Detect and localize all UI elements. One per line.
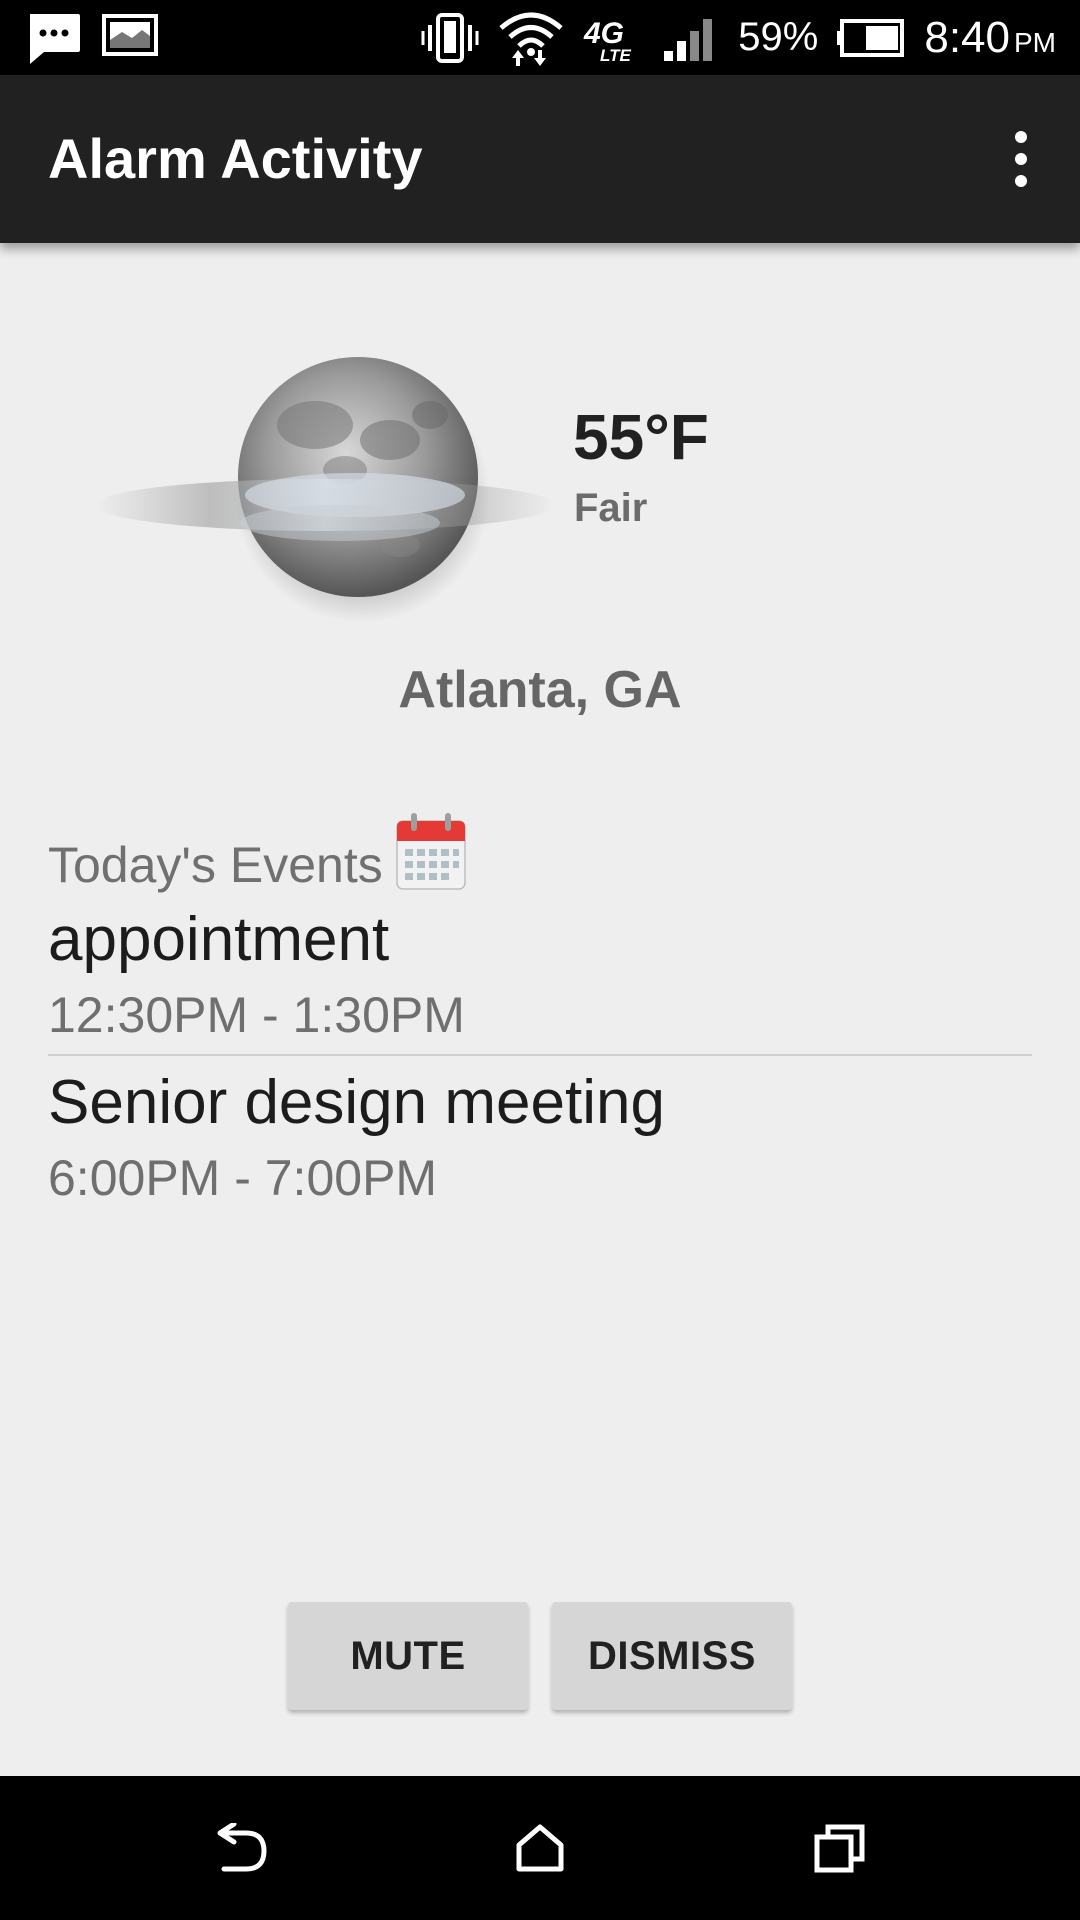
back-icon[interactable] xyxy=(200,1808,280,1888)
clock: 8:40 PM xyxy=(924,12,1056,62)
event-name: Senior design meeting xyxy=(48,1068,665,1137)
battery-percent: 59% xyxy=(738,15,819,59)
moon-fog-icon xyxy=(100,357,550,623)
vibrate-icon xyxy=(421,12,479,63)
4g-lte-icon: 4G LTE xyxy=(583,17,632,63)
mute-button[interactable]: MUTE xyxy=(288,1602,528,1710)
event-name: appointment xyxy=(48,905,390,974)
event-item[interactable]: appointment 12:30PM - 1:30PM xyxy=(48,900,1032,1056)
message-icon xyxy=(30,14,80,64)
image-icon xyxy=(102,14,158,56)
status-bar: 4G LTE 59% 8:40 PM xyxy=(0,0,1080,75)
dismiss-button[interactable]: DISMISS xyxy=(552,1602,792,1710)
temperature: 55°F xyxy=(573,401,709,473)
navigation-bar xyxy=(0,1776,1080,1920)
alarm-activity-screen: 4G LTE 59% 8:40 PM Alarm Activity 55°F F… xyxy=(0,0,1080,1920)
events-title: Today's Events xyxy=(48,837,383,893)
weather-condition: Fair xyxy=(574,486,648,530)
event-item[interactable]: Senior design meeting 6:00PM - 7:00PM xyxy=(48,1063,1032,1223)
app-bar: Alarm Activity xyxy=(0,75,1080,243)
clock-suffix: PM xyxy=(1014,26,1056,58)
overflow-menu-icon[interactable] xyxy=(996,125,1046,193)
wifi-icon xyxy=(499,12,563,66)
event-time: 6:00PM - 7:00PM xyxy=(48,1150,438,1206)
signal-icon xyxy=(664,18,713,61)
calendar-icon xyxy=(395,813,466,890)
battery-icon xyxy=(837,18,905,57)
location: Atlanta, GA xyxy=(398,661,682,719)
event-time: 12:30PM - 1:30PM xyxy=(48,987,465,1043)
events-header: Today's Events xyxy=(48,805,467,895)
svg-text:LTE: LTE xyxy=(600,46,632,63)
page-title: Alarm Activity xyxy=(48,127,423,190)
home-icon[interactable] xyxy=(500,1808,580,1888)
recents-icon[interactable] xyxy=(800,1808,880,1888)
